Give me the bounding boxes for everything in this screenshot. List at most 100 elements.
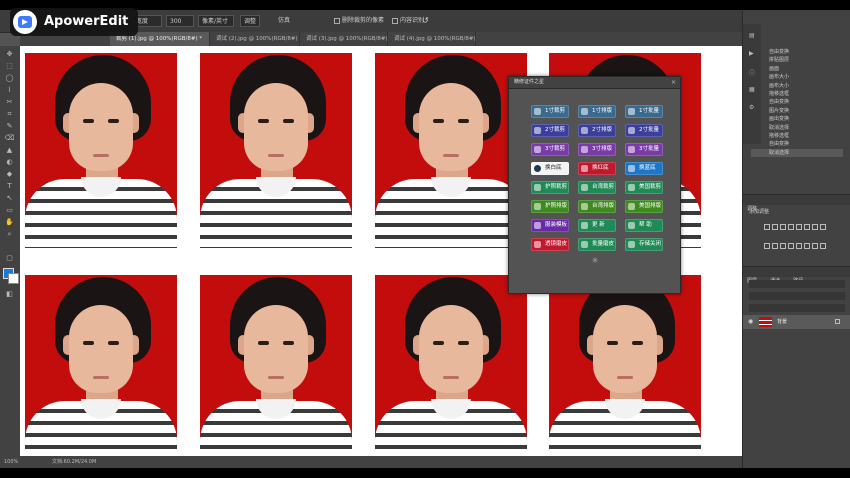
adjust-button[interactable]: 调整	[240, 15, 260, 27]
settings-icon[interactable]: ✳	[591, 257, 599, 265]
brightness-icon[interactable]	[764, 224, 770, 230]
blend-mode-bar[interactable]	[749, 292, 845, 300]
plugin-button[interactable]: 透镜磨皮	[531, 238, 569, 251]
quick-mask-icon[interactable]: ◧	[4, 290, 15, 298]
eraser-tool-icon[interactable]: ⌫	[4, 134, 15, 142]
plugin-button[interactable]: 服装模板	[531, 219, 569, 232]
plugin-button[interactable]: 3寸裁剪	[531, 143, 569, 156]
zoom-tool-icon[interactable]: ⌕	[4, 230, 15, 238]
history-item[interactable]: 自由变换	[751, 98, 843, 106]
lock-bar[interactable]	[749, 304, 845, 312]
button-icon	[628, 165, 635, 172]
move-tool-icon[interactable]: ✥	[4, 50, 15, 58]
button-label: 台湾裁剪	[592, 184, 615, 190]
history-item[interactable]: 图片变换	[751, 107, 843, 115]
invert-icon[interactable]	[788, 243, 794, 249]
history-item[interactable]: 画布大小	[751, 82, 843, 90]
plugin-button[interactable]: 台湾裁剪	[578, 181, 616, 194]
resolution-field[interactable]: 300	[166, 15, 194, 27]
history-item[interactable]: 画出变换	[751, 115, 843, 123]
plugin-button[interactable]: 3寸批量	[625, 143, 663, 156]
threshold-icon[interactable]	[804, 243, 810, 249]
plugin-button[interactable]: 美国裁剪	[625, 181, 663, 194]
layer-filter-bar[interactable]	[749, 280, 845, 288]
brush-tool-icon[interactable]: ✎	[4, 122, 15, 130]
visibility-eye-icon[interactable]: ◉	[748, 319, 753, 325]
photo-filter-icon[interactable]	[764, 243, 770, 249]
resolution-unit-select[interactable]: 像素/英寸	[198, 15, 234, 27]
sharpen-tool-icon[interactable]: ▲	[4, 146, 15, 154]
plugin-button[interactable]: 1寸批量	[625, 105, 663, 118]
content-aware-checkbox[interactable]	[392, 18, 398, 24]
plugin-button[interactable]: 批量磨皮	[578, 238, 616, 251]
hsl-icon[interactable]	[804, 224, 810, 230]
exposure-icon[interactable]	[788, 224, 794, 230]
plugin-button[interactable]: 2寸批量	[625, 124, 663, 137]
plugin-button[interactable]: 换蓝底	[625, 162, 663, 175]
color-balance-icon[interactable]	[812, 224, 818, 230]
plugin-button[interactable]: 3寸排版	[578, 143, 616, 156]
pen-tool-icon[interactable]: ◆	[4, 170, 15, 178]
edit-toolbar-icon[interactable]: ▢	[4, 254, 15, 262]
button-icon	[628, 241, 635, 248]
history-item[interactable]: 拖移选框	[751, 132, 843, 140]
plugin-button[interactable]: 2寸裁剪	[531, 124, 569, 137]
history-item[interactable]: 自由变换	[751, 140, 843, 148]
shape-tool-icon[interactable]: ▭	[4, 206, 15, 214]
curves-icon[interactable]	[780, 224, 786, 230]
history-item[interactable]: 画布大小	[751, 73, 843, 81]
delete-cropped-checkbox[interactable]	[334, 18, 340, 24]
type-tool-icon[interactable]: T	[4, 182, 15, 190]
plugin-button[interactable]: 更 新	[578, 219, 616, 232]
close-icon[interactable]: ×	[671, 77, 676, 88]
plugin-button[interactable]: 1寸裁剪	[531, 105, 569, 118]
straighten-label[interactable]: 仿真	[278, 15, 290, 27]
plugin-button[interactable]: 帮 助	[625, 219, 663, 232]
history-item[interactable]: 拖移选框	[751, 90, 843, 98]
hand-tool-icon[interactable]: ✋	[4, 218, 15, 226]
history-item[interactable]: 拼贴图层	[751, 56, 843, 64]
doc-tab-2[interactable]: 调试 (2).jpg @ 100%(RGB/8#) *	[210, 32, 300, 46]
plugin-button[interactable]: 护照排版	[531, 200, 569, 213]
plugin-button[interactable]: 换白底	[531, 162, 569, 175]
plugin-button[interactable]: 2寸排版	[578, 124, 616, 137]
id-photo	[200, 275, 352, 458]
gradient-map-icon[interactable]	[812, 243, 818, 249]
quick-select-tool-icon[interactable]: ⌇	[4, 86, 15, 94]
button-icon	[534, 203, 541, 210]
id-photo	[549, 275, 701, 458]
button-label: 3寸裁剪	[545, 146, 565, 152]
plugin-button[interactable]: 美国排版	[625, 200, 663, 213]
lasso-tool-icon[interactable]: ◯	[4, 74, 15, 82]
crop-tool-icon[interactable]: ✂	[4, 98, 15, 106]
bw-icon[interactable]	[820, 224, 826, 230]
path-select-tool-icon[interactable]: ↖	[4, 194, 15, 202]
history-icon[interactable]: ▤	[749, 32, 755, 39]
vibrance-icon[interactable]	[796, 224, 802, 230]
zoom-level[interactable]: 100%	[4, 456, 18, 468]
history-item[interactable]: 取消选择	[751, 148, 843, 158]
marquee-tool-icon[interactable]: ⬚	[4, 62, 15, 70]
doc-tab-4[interactable]: 调试 (4).jpg @ 100%(RGB/8#)	[388, 32, 476, 46]
posterize-icon[interactable]	[796, 243, 802, 249]
levels-icon[interactable]	[772, 224, 778, 230]
background-color-swatch[interactable]	[8, 273, 19, 284]
plugin-button[interactable]: 护照裁剪	[531, 181, 569, 194]
history-item[interactable]: 自由变换	[751, 48, 843, 56]
layer-row-background[interactable]: ◉ 背景	[743, 315, 850, 329]
plugin-button[interactable]: 换红底	[578, 162, 616, 175]
history-item[interactable]: 取消选择	[751, 124, 843, 132]
adjustments-tabbar: 调整	[743, 194, 850, 212]
history-item[interactable]: 画面	[751, 65, 843, 73]
selective-color-icon[interactable]	[820, 243, 826, 249]
plugin-button[interactable]: 台湾排版	[578, 200, 616, 213]
doc-tab-3[interactable]: 调试 (3).jpg @ 100%(RGB/8#)	[300, 32, 388, 46]
plugin-button[interactable]: 1寸排版	[578, 105, 616, 118]
slice-tool-icon[interactable]: ⌗	[4, 110, 15, 118]
reset-icon[interactable]: ↺	[422, 15, 429, 27]
plugin-button[interactable]: 存储关闭	[625, 238, 663, 251]
channel-mixer-icon[interactable]	[772, 243, 778, 249]
dodge-tool-icon[interactable]: ◐	[4, 158, 15, 166]
lookup-icon[interactable]	[780, 243, 786, 249]
dialog-titlebar[interactable]: 精修证件之星 ×	[509, 77, 680, 89]
